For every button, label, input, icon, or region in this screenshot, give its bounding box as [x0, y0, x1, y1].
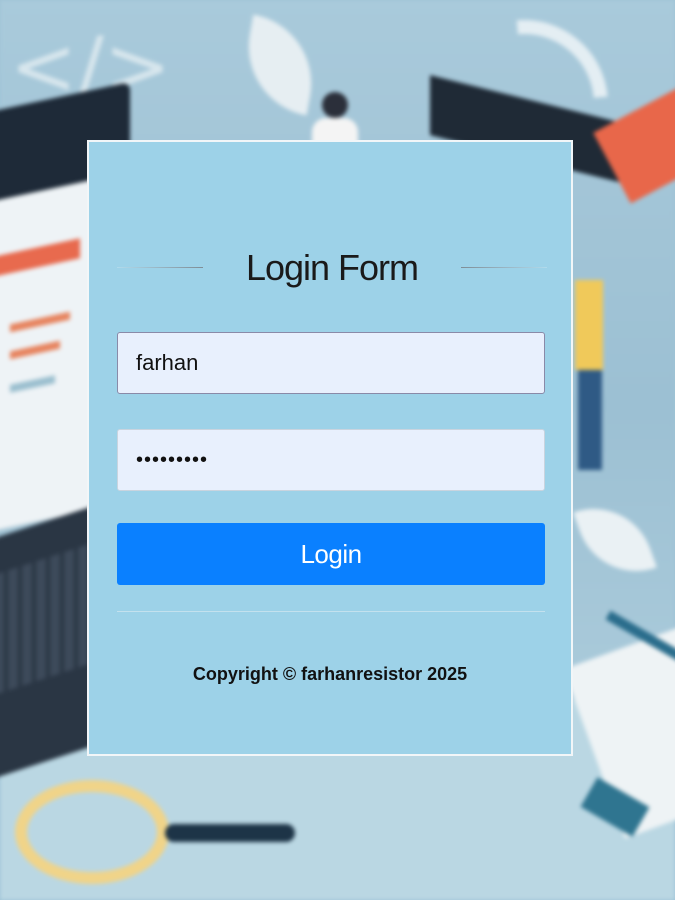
login-page: </> Login Form Login Copy [0, 0, 675, 900]
title-row: Login Form [117, 242, 547, 292]
title-divider-right [461, 267, 547, 268]
copyright-text: Copyright © farhanresistor 2025 [192, 664, 468, 684]
person-yellow-decoration [575, 280, 603, 370]
magnifier-icon [15, 780, 169, 884]
person-head-decoration [322, 92, 348, 118]
page-title: Login Form [245, 247, 419, 288]
login-card: Login Form Login Copyright © farhanresis… [87, 140, 573, 756]
login-button[interactable]: Login [117, 523, 545, 585]
person-blue-decoration [578, 370, 602, 470]
username-input[interactable] [117, 332, 545, 394]
magnifier-handle-decoration [165, 824, 295, 842]
footer-divider [117, 611, 545, 612]
password-input[interactable] [117, 429, 545, 491]
